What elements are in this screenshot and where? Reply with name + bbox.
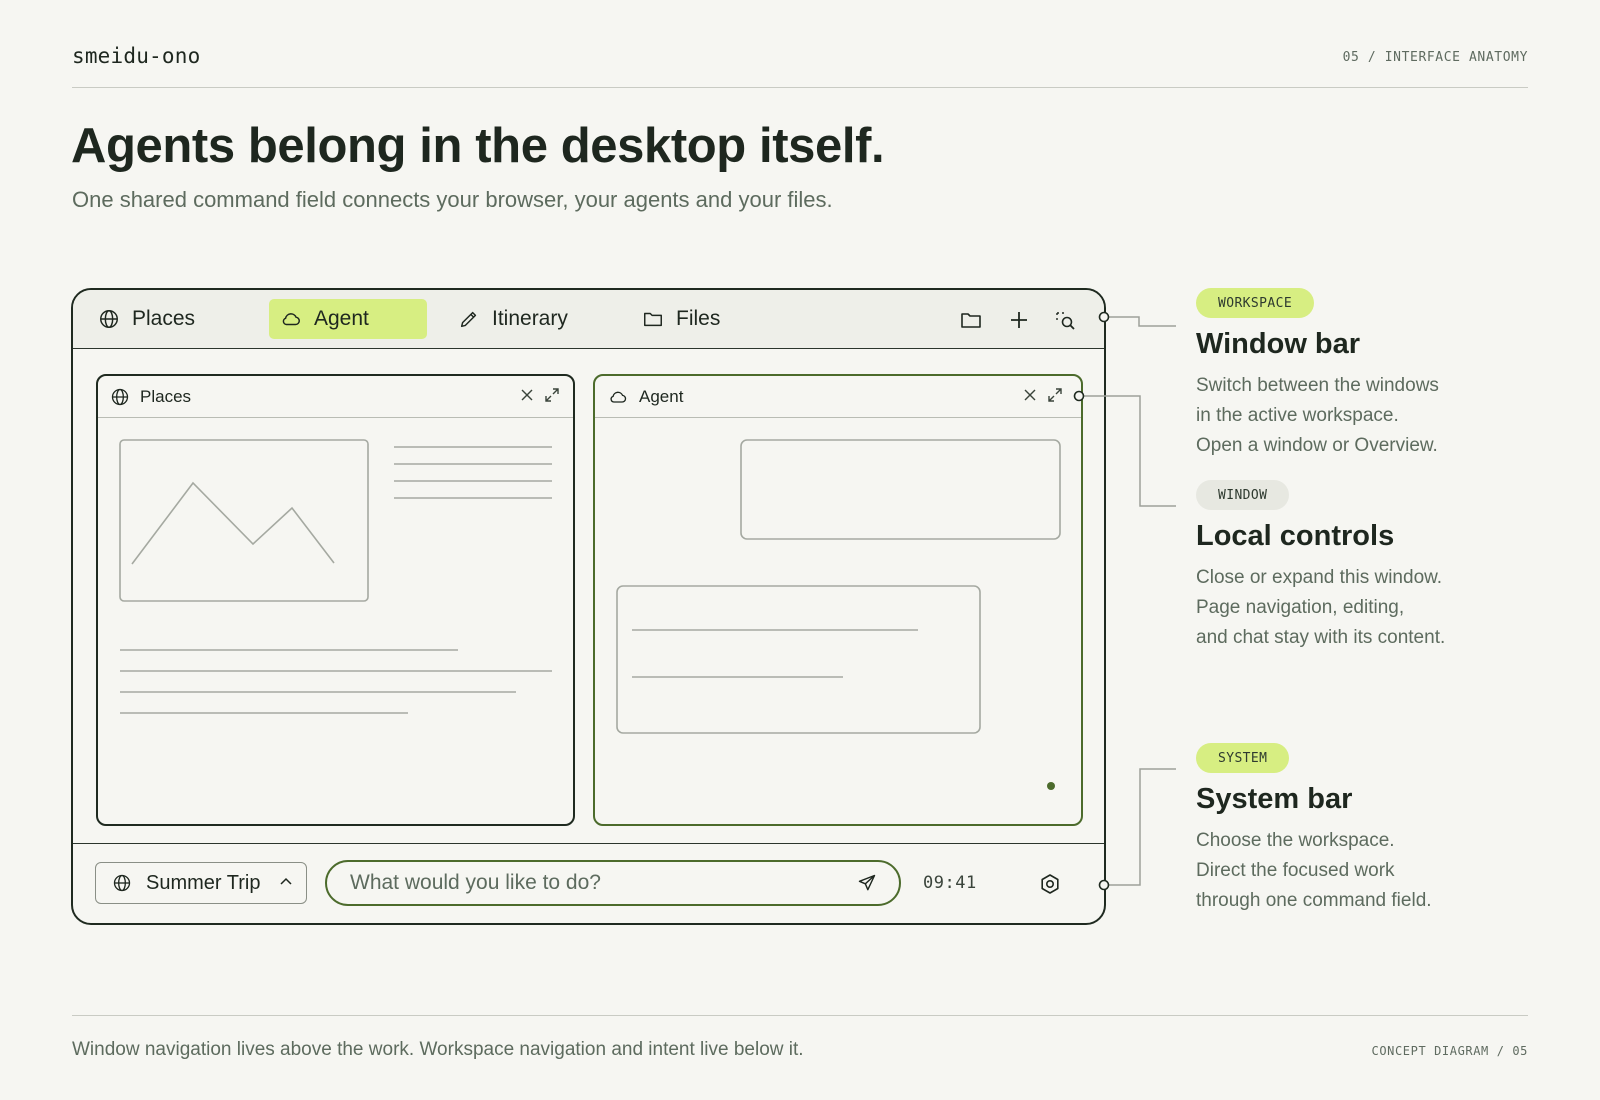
expand-window-button[interactable]: [543, 386, 561, 404]
tab-label: Files: [676, 307, 721, 330]
header-divider: [72, 87, 1528, 88]
callout-badge-workspace: WORKSPACE: [1196, 288, 1315, 318]
expand-icon: [1048, 388, 1062, 402]
page-subtitle: One shared command field connects your b…: [72, 187, 833, 212]
window-title: Agent: [639, 386, 684, 406]
window-bar: Places Agent Itinerary Files: [73, 290, 1104, 349]
window-title: Places: [140, 386, 192, 406]
slide-label: 05 / INTERFACE ANATOMY: [1342, 50, 1528, 65]
callout-text: Choose the workspace.: [1196, 830, 1395, 851]
globe-icon: [100, 310, 118, 328]
globe-icon: [111, 388, 129, 405]
callout-text: in the active workspace.: [1196, 405, 1399, 426]
callout-text: and chat stay with its content.: [1196, 627, 1446, 648]
globe-icon: [113, 874, 131, 892]
callout-title: Window bar: [1196, 328, 1361, 360]
expand-window-button[interactable]: [1046, 386, 1064, 404]
overview-search-icon: [1056, 312, 1075, 330]
callout-text: Direct the focused work: [1196, 860, 1395, 881]
window-header: Places: [98, 376, 573, 418]
workspace-name: Summer Trip: [146, 871, 261, 894]
system-settings-button[interactable]: [1038, 872, 1062, 896]
close-window-button[interactable]: [1021, 386, 1039, 404]
callout-text: through one command field.: [1196, 890, 1432, 911]
brand-wordmark: smeidu-ono: [72, 44, 201, 68]
command-field[interactable]: What would you like to do?: [325, 860, 901, 906]
wireframe-content: [119, 439, 552, 714]
tab-label: Places: [132, 307, 196, 330]
footer-label: CONCEPT DIAGRAM / 05: [1371, 1044, 1528, 1058]
close-window-button[interactable]: [518, 386, 536, 404]
settings-icon: [1041, 874, 1059, 894]
new-window-button[interactable]: [1007, 308, 1031, 332]
callout-text: Page navigation, editing,: [1196, 597, 1405, 618]
command-placeholder: What would you like to do?: [350, 871, 601, 894]
window-header: Agent: [595, 376, 1081, 418]
page-title: Agents belong in the desktop itself.: [71, 119, 885, 173]
agent-window[interactable]: Agent: [593, 374, 1083, 826]
tab-label: Itinerary: [492, 307, 568, 330]
system-bar: Summer Trip What would you like to do? 0…: [73, 843, 1104, 923]
folder-icon: [644, 312, 662, 327]
tab-files[interactable]: Files: [631, 299, 731, 339]
chevron-up-icon: [280, 877, 292, 885]
overview-button[interactable]: [1053, 308, 1077, 332]
tab-places[interactable]: Places: [87, 299, 206, 339]
tab-itinerary[interactable]: Itinerary: [447, 299, 579, 339]
callout-badge-window: WINDOW: [1196, 480, 1290, 510]
pencil-icon: [460, 311, 477, 328]
tab-label: Agent: [314, 307, 369, 330]
tab-agent[interactable]: Agent: [269, 299, 427, 339]
places-window[interactable]: Places: [96, 374, 575, 826]
close-icon: [1024, 389, 1036, 401]
send-icon[interactable]: [857, 873, 877, 893]
callout-text: Switch between the windows: [1196, 375, 1439, 396]
callout-title: System bar: [1196, 783, 1353, 815]
close-icon: [521, 389, 533, 401]
desktop-frame: Places Agent Itinerary Files Places Agen…: [71, 288, 1106, 925]
cloud-icon: [610, 391, 627, 403]
callout-text: Close or expand this window.: [1196, 567, 1443, 588]
open-folder-button[interactable]: [959, 308, 983, 332]
plus-icon: [1011, 312, 1027, 328]
workspace-selector[interactable]: Summer Trip: [95, 862, 307, 904]
callout-text: Open a window or Overview.: [1196, 435, 1438, 456]
footer-divider: [72, 1015, 1528, 1016]
places-content-placeholder: [98, 418, 573, 824]
agent-chat-placeholder: [595, 418, 1081, 824]
wireframe-chat: [616, 439, 1061, 790]
cloud-icon: [282, 313, 300, 326]
system-clock: 09:41: [923, 873, 977, 893]
expand-icon: [545, 388, 559, 402]
folder-icon: [961, 313, 981, 328]
callout-badge-system: SYSTEM: [1196, 743, 1290, 773]
footer-note: Window navigation lives above the work. …: [72, 1039, 804, 1060]
callout-title: Local controls: [1196, 520, 1395, 552]
